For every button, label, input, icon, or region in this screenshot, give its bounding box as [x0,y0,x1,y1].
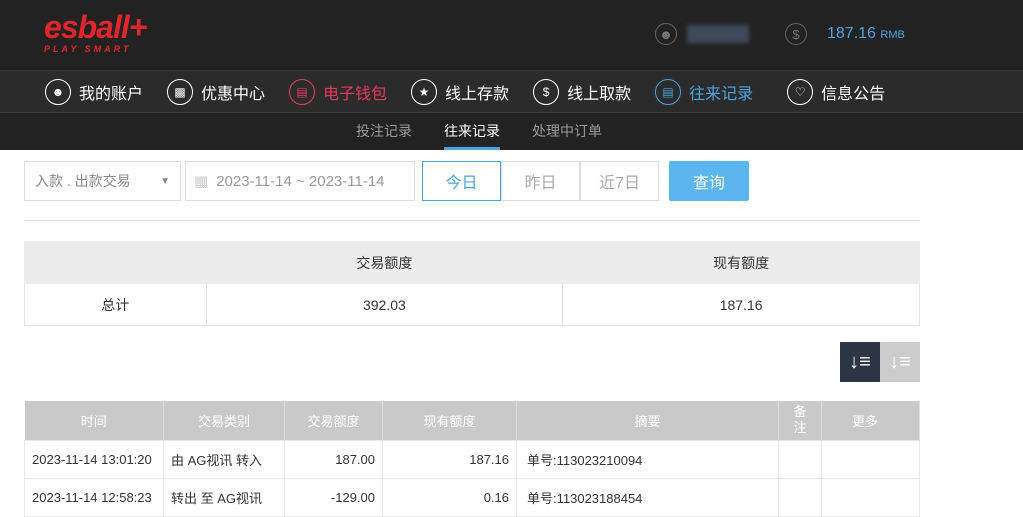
summary-header: 现有额度 [562,241,920,284]
cell-remark [778,439,822,479]
cell-summary: 单号:113023188454 [516,477,779,517]
table-row: 2023-11-14 13:01:20 由 AG视讯 转入 187.00 187… [24,439,920,479]
col-time: 时间 [24,401,164,440]
logo[interactable]: esball+ PLAY SMART [44,11,147,54]
summary-header [24,241,207,284]
nav-deposit[interactable]: ★ 线上存款 [411,78,510,105]
calendar-icon: ▦ [194,173,209,190]
cell-remark [778,477,822,517]
transaction-type-select[interactable]: 入款 . 出款交易 ▼ [24,161,181,201]
cell-summary: 单号:113023210094 [516,439,779,479]
cell-more [821,439,920,479]
summary-transaction-total: 392.03 [205,283,564,326]
cell-amount: 187.00 [284,439,383,479]
summary-header: 交易额度 [205,241,564,284]
nav-label: 我的账户 [79,85,144,103]
sort-desc-icon[interactable]: ↓≡ [840,342,880,382]
col-amount: 交易额度 [284,401,383,440]
nav-records[interactable]: ▤ 往来记录 [655,78,754,105]
records-icon: ▤ [655,78,682,105]
col-remark: 备注 [778,401,822,440]
cell-time: 2023-11-14 12:58:23 [24,477,164,517]
top-header: esball+ PLAY SMART ☻ $ 187.16 RMB [0,0,1023,70]
nav-label: 优惠中心 [201,85,266,103]
nav-account[interactable]: ☻ 我的账户 [45,78,144,105]
nav-label: 线上存款 [445,85,510,103]
cell-balance: 0.16 [382,477,517,517]
cell-time: 2023-11-14 13:01:20 [24,439,164,479]
col-balance: 现有额度 [382,401,517,440]
cell-type: 转出 至 AG视讯 [163,477,285,517]
sub-nav: 投注记录 往来记录 处理中订单 [0,112,1023,150]
divider [24,220,920,221]
cell-more [821,477,920,517]
cell-balance: 187.16 [382,439,517,479]
select-value: 入款 . 出款交易 [35,173,131,189]
table-row: 2023-11-14 12:58:23 转出 至 AG视讯 -129.00 0.… [24,477,920,517]
tab-transactions[interactable]: 往来记录 [444,113,500,150]
nav-promotions[interactable]: ▩ 优惠中心 [167,78,266,105]
col-type: 交易类别 [163,401,285,440]
nav-label: 信息公告 [821,85,886,103]
dollar-icon: $ [785,23,807,45]
caret-down-icon: ▼ [160,175,170,187]
date-range-value: 2023-11-14 ~ 2023-11-14 [216,172,385,190]
gift-icon: ▩ [167,78,194,105]
col-summary: 摘要 [516,401,779,440]
sort-asc-icon[interactable]: ↓≡ [880,342,920,382]
col-more: 更多 [821,401,920,440]
bell-icon: ♡ [787,78,814,105]
nav-announcements[interactable]: ♡ 信息公告 [787,78,886,105]
date-range-input[interactable]: ▦ 2023-11-14 ~ 2023-11-14 [185,161,415,201]
today-button[interactable]: 今日 [422,161,501,201]
tab-bet-records[interactable]: 投注记录 [356,113,412,150]
withdraw-icon: $ [533,78,560,105]
query-button[interactable]: 查询 [669,161,749,201]
yesterday-button[interactable]: 昨日 [501,161,580,201]
nav-withdraw[interactable]: $ 线上取款 [533,78,632,105]
nav-label: 线上取款 [567,85,632,103]
nav-label: 往来记录 [689,85,754,103]
user-icon: ☻ [45,78,71,105]
summary-label: 总计 [24,283,207,326]
cell-type: 由 AG视讯 转入 [163,439,285,479]
transactions-table: 时间 交易类别 交易额度 现有额度 摘要 备注 更多 2023-11-14 13… [24,401,920,517]
nav-label: 电子钱包 [323,85,388,103]
summary-table: 交易额度 现有额度 总计 392.03 187.16 [24,241,920,326]
user-icon: ☻ [655,23,677,45]
last-7-days-button[interactable]: 近7日 [580,161,659,201]
main-nav: ☻ 我的账户 ▩ 优惠中心 ▤ 电子钱包 ★ 线上存款 $ 线上取款 ▤ 往来记录 ♡ 信息公… [0,70,1023,112]
summary-current-balance: 187.16 [562,283,920,326]
tab-pending-orders[interactable]: 处理中订单 [532,113,602,150]
nav-wallet[interactable]: ▤ 电子钱包 [289,78,388,105]
wallet-icon: ▤ [289,78,316,105]
username-redacted [687,25,749,43]
balance: 187.16 RMB [827,25,905,42]
deposit-icon: ★ [411,78,438,105]
cell-amount: -129.00 [284,477,383,517]
